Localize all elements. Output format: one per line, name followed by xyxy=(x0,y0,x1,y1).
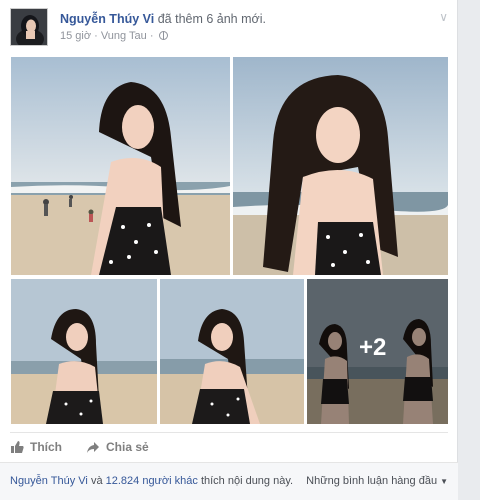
share-label: Chia sẻ xyxy=(106,440,149,454)
liked-by-name[interactable]: Nguyễn Thúy Vi xyxy=(10,475,88,487)
post-time[interactable]: 15 giờ xyxy=(60,30,91,42)
liked-by-others[interactable]: 12.824 người khác xyxy=(106,475,198,487)
meta-separator: · xyxy=(94,30,98,42)
post-meta: 15 giờ · Vung Tau · xyxy=(60,30,168,42)
avatar[interactable] xyxy=(10,8,48,46)
author-name[interactable]: Nguyễn Thúy Vi xyxy=(60,12,154,26)
thumbs-up-icon xyxy=(11,441,24,453)
chevron-down-icon[interactable]: ∨ xyxy=(439,10,448,24)
post-title-line: Nguyễn Thúy Vi đã thêm 6 ảnh mới. xyxy=(60,12,266,26)
post-card: Nguyễn Thúy Vi đã thêm 6 ảnh mới. 15 giờ… xyxy=(0,0,458,500)
likes-suffix: thích nội dung này. xyxy=(200,475,294,487)
meta-separator: · xyxy=(149,30,154,42)
like-label: Thích xyxy=(30,440,62,454)
divider xyxy=(10,432,448,433)
globe-icon[interactable] xyxy=(158,31,168,40)
likes-summary: Nguyễn Thúy Vi và 12.824 người khác thíc… xyxy=(10,475,293,487)
like-button[interactable]: Thích xyxy=(10,440,62,454)
caret-down-icon: ▼ xyxy=(440,477,448,486)
likes-and: và xyxy=(90,475,103,487)
more-photos-tile[interactable]: +2 xyxy=(307,279,448,424)
likes-summary-bar: Nguyễn Thúy Vi và 12.824 người khác thíc… xyxy=(0,462,458,500)
comments-sort-label: Những bình luận hàng đầu xyxy=(306,475,438,487)
comments-sort-dropdown[interactable]: Những bình luận hàng đầu ▼ xyxy=(306,475,448,487)
post-photo[interactable] xyxy=(11,279,157,424)
post-photo[interactable] xyxy=(233,57,448,275)
share-arrow-icon xyxy=(87,442,99,453)
share-button[interactable]: Chia sẻ xyxy=(86,440,149,454)
post-header: Nguyễn Thúy Vi đã thêm 6 ảnh mới. 15 giờ… xyxy=(10,8,450,48)
more-photos-count: +2 xyxy=(359,334,387,361)
post-action-text: đã thêm 6 ảnh mới. xyxy=(157,12,266,26)
post-photo[interactable] xyxy=(11,57,230,275)
post-location[interactable]: Vung Tau xyxy=(101,30,147,42)
post-photo[interactable] xyxy=(160,279,304,424)
